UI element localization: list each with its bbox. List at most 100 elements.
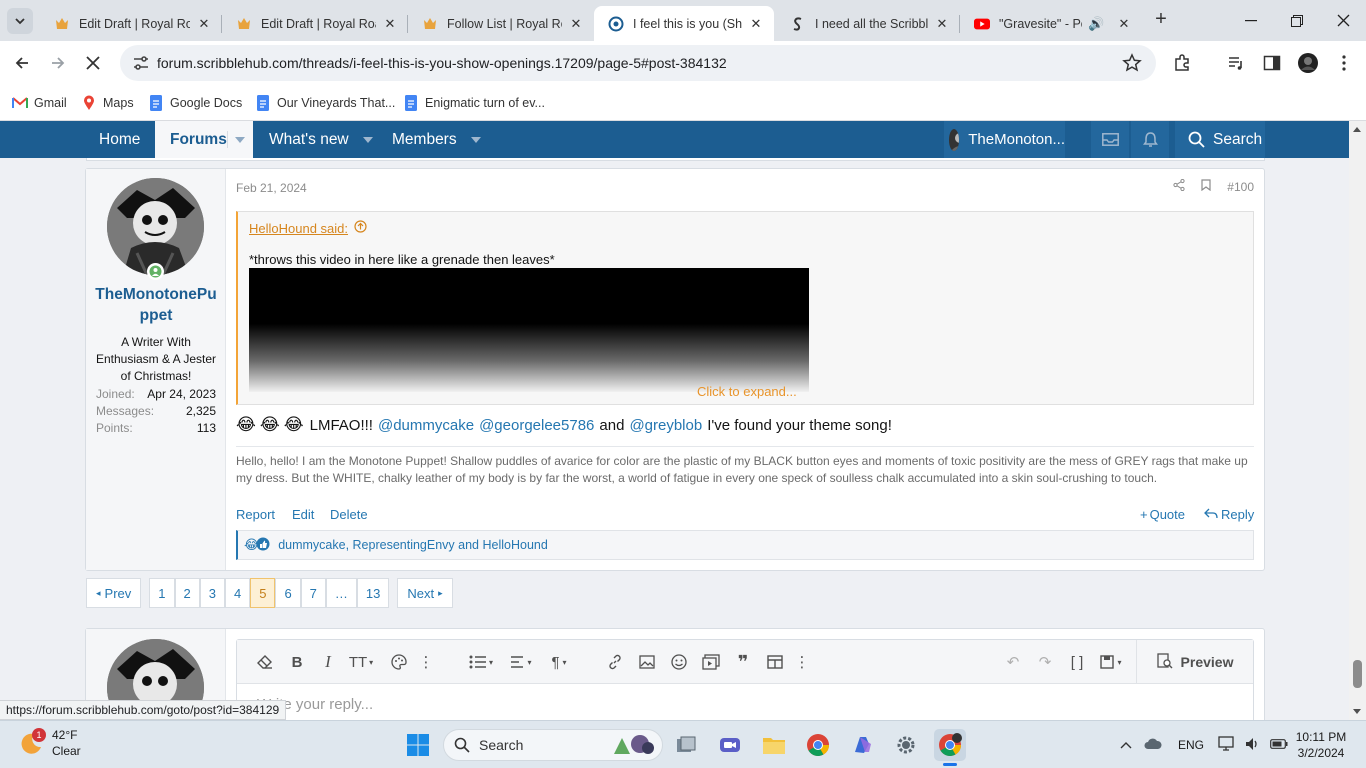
taskbar-search[interactable]: Search [443,729,663,761]
bold-icon[interactable]: B [287,652,307,672]
bookmark-vineyards-doc[interactable]: Our Vineyards That... [255,93,395,113]
nav-user-menu[interactable]: TheMonoton... [944,121,1065,158]
page-link[interactable]: 7 [300,578,326,608]
chrome-icon[interactable] [802,729,834,761]
browser-tab[interactable]: I need all the Scribble ✕ [776,6,960,41]
nav-whats-new[interactable]: What's new [254,121,373,158]
close-tab-icon[interactable]: ✕ [934,16,950,32]
chrome-active-icon[interactable] [934,729,966,766]
onedrive-cloud-icon[interactable] [1144,738,1162,753]
reactions-list[interactable]: dummycake, RepresentingEnvy and HelloHou… [278,538,548,552]
new-tab-button[interactable]: + [1150,9,1172,31]
file-explorer-icon[interactable] [758,729,790,761]
chevron-down-icon[interactable] [235,137,245,143]
share-icon[interactable] [1173,178,1185,194]
copilot-icon[interactable] [846,729,878,761]
image-icon[interactable] [637,652,657,672]
quote-button[interactable]: + Quote [1140,507,1185,522]
browser-tab[interactable]: Follow List | Royal Ro ✕ [408,6,594,41]
bookmark-google-docs[interactable]: Google Docs [148,93,242,113]
settings-gear-icon[interactable] [890,729,922,761]
media-icon[interactable] [701,652,721,672]
site-settings-icon[interactable] [132,54,150,75]
table-icon[interactable] [765,652,785,672]
post-author-name[interactable]: TheMonotonePuppet [92,284,220,326]
page-link[interactable]: 4 [224,578,251,608]
paragraph-icon[interactable]: ¶ ▾ [545,652,573,672]
scrollbar-thumb[interactable] [1353,660,1362,688]
browser-tab[interactable]: Edit Draft | Royal Roa ✕ [222,6,408,41]
close-window-button[interactable] [1320,0,1366,41]
nav-members[interactable]: Members [377,121,481,158]
minimize-button[interactable] [1228,0,1274,41]
mention-link[interactable]: @dummycake [378,417,474,434]
quote-icon[interactable]: ❞ [733,652,753,672]
tab-search-button[interactable] [7,8,33,34]
avatar[interactable] [107,178,204,275]
weather-widget[interactable]: 1 42°F Clear [18,727,81,759]
drafts-icon[interactable]: ▾ [1095,652,1127,672]
start-button[interactable] [402,729,434,761]
page-link[interactable]: 3 [199,578,225,608]
page-link-current[interactable]: 5 [250,578,276,608]
quote-author[interactable]: HelloHound said: [249,221,348,236]
delete-link[interactable]: Delete [330,507,368,522]
battery-icon[interactable] [1270,738,1288,752]
nav-forums[interactable]: Forums [155,121,253,158]
stop-loading-button[interactable] [79,49,107,77]
more-options-icon[interactable]: ⋮ [795,652,810,672]
preview-button[interactable]: Preview [1136,640,1253,684]
edit-link[interactable]: Edit [292,507,314,522]
link-icon[interactable] [605,652,625,672]
bookmark-maps[interactable]: Maps [81,93,134,113]
taskbar-clock[interactable]: 10:11 PM 3/2/2024 [1290,729,1352,761]
embedded-video[interactable] [249,268,809,392]
italic-icon[interactable]: I [318,652,338,672]
undo-icon[interactable]: ↶ [1003,652,1023,672]
more-options-icon[interactable]: ⋮ [419,652,434,672]
scroll-down-arrow[interactable] [1353,709,1361,714]
network-icon[interactable] [1218,735,1236,755]
bbcode-toggle-icon[interactable]: [ ] [1067,652,1087,672]
profile-avatar[interactable] [1296,51,1320,75]
page-scrollbar[interactable] [1349,121,1366,720]
mention-link[interactable]: @greyblob [629,417,702,434]
side-panel-icon[interactable] [1260,51,1284,75]
back-button[interactable] [8,49,36,77]
mention-link[interactable]: @georgelee5786 [479,417,594,434]
browser-menu-icon[interactable] [1332,51,1356,75]
address-bar[interactable]: forum.scribblehub.com/threads/i-feel-thi… [120,45,1156,81]
eraser-icon[interactable] [255,652,275,672]
prev-page-button[interactable]: ◂ Prev [86,578,142,608]
browser-tab[interactable]: Edit Draft | Royal Roa ✕ [40,6,222,41]
chevron-down-icon[interactable] [362,136,373,143]
extensions-icon[interactable] [1170,51,1194,75]
chevron-down-icon[interactable] [470,136,481,143]
forward-button[interactable] [44,49,72,77]
redo-icon[interactable]: ↷ [1035,652,1055,672]
smiley-icon[interactable] [669,652,689,672]
browser-tab-active[interactable]: I feel this is you (Sho ✕ [594,6,774,41]
chevron-up-icon[interactable] [1120,738,1132,752]
nav-home[interactable]: Home [84,121,155,158]
meet-icon[interactable] [714,729,746,761]
post-date[interactable]: Feb 21, 2024 [236,181,307,195]
bell-icon[interactable] [1131,121,1169,158]
bookmark-gmail[interactable]: Gmail [12,93,67,113]
bookmark-star-icon[interactable] [1122,53,1142,76]
task-view-icon[interactable] [670,729,702,761]
arrow-up-circle-icon[interactable] [354,220,367,236]
browser-tab[interactable]: "Gravesite" - Pop 🔊 ✕ [960,6,1142,41]
volume-icon[interactable] [1244,736,1260,755]
inbox-icon[interactable] [1091,121,1129,158]
quote-header[interactable]: HelloHound said: [249,220,367,236]
restore-button[interactable] [1274,0,1320,41]
report-link[interactable]: Report [236,507,275,522]
close-tab-icon[interactable]: ✕ [1116,16,1132,32]
list-icon[interactable]: ▾ [465,652,497,672]
post-number[interactable]: #100 [1227,180,1254,194]
page-link[interactable]: 13 [356,578,390,608]
close-tab-icon[interactable]: ✕ [568,16,584,32]
nav-search-button[interactable]: Search [1175,121,1265,158]
media-controls-icon[interactable] [1224,51,1248,75]
